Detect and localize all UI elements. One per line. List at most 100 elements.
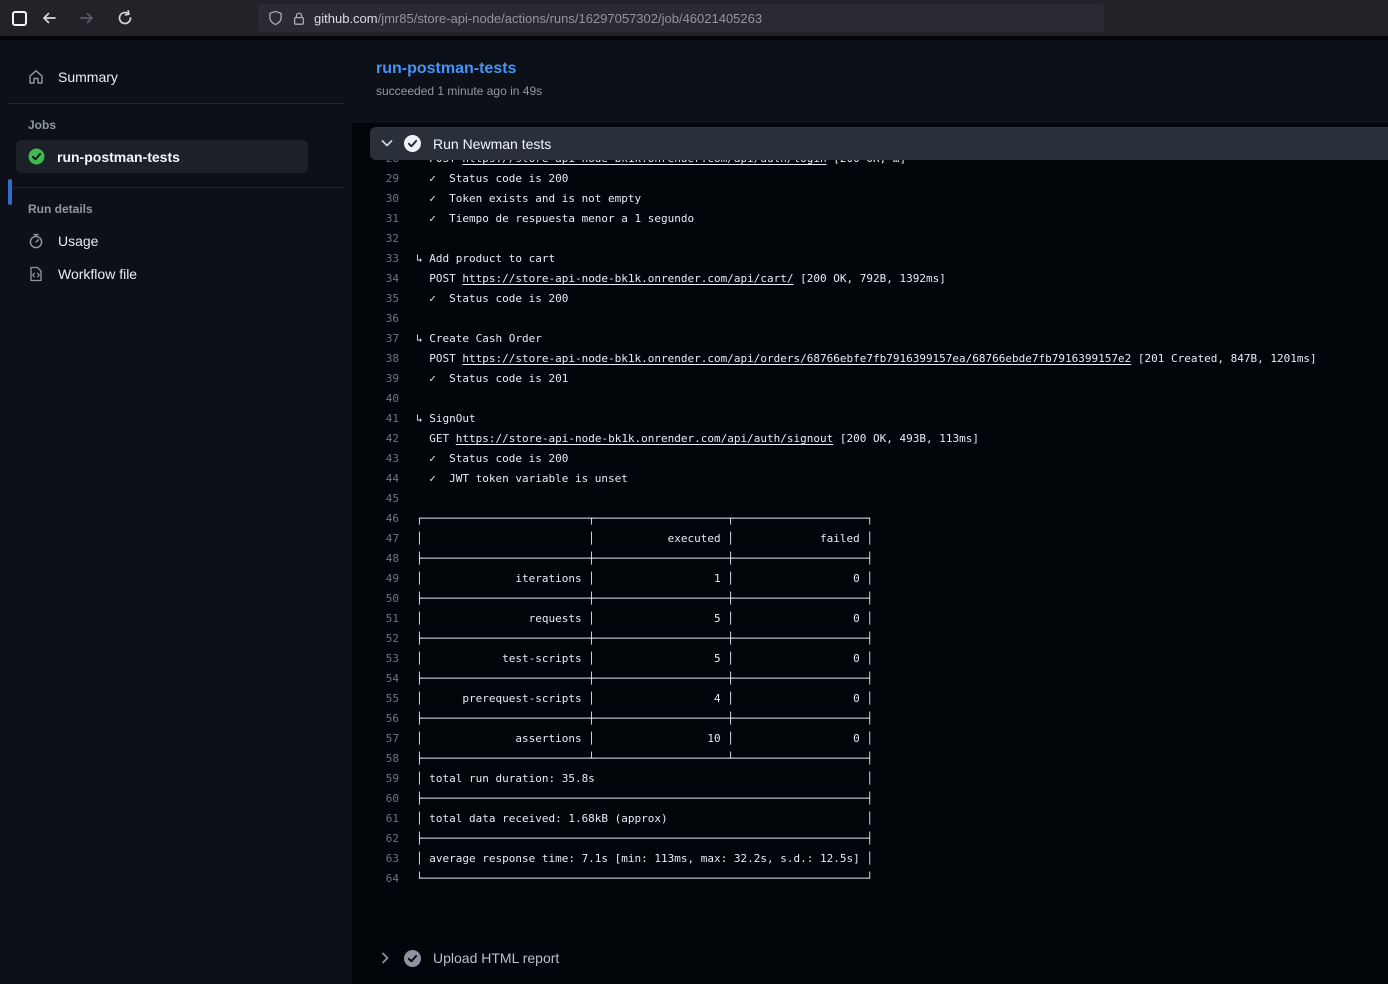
- log-line-text: [416, 389, 1388, 409]
- log-line-number[interactable]: 54: [352, 669, 399, 689]
- log-line-number[interactable]: 52: [352, 629, 399, 649]
- log-line: 44 ✓ JWT token variable is unset: [352, 469, 1388, 489]
- log-line-text: GET https://store-api-node-bk1k.onrender…: [416, 429, 1388, 449]
- log-line: 56├─────────────────────────┼───────────…: [352, 709, 1388, 729]
- log-lines-container: 28 POST https://store-api-node-bk1k.onre…: [352, 160, 1388, 889]
- log-line-number[interactable]: 34: [352, 269, 399, 289]
- sidebar-item-label: Usage: [58, 233, 98, 249]
- stopwatch-icon: [28, 233, 44, 249]
- log-link[interactable]: https://store-api-node-bk1k.onrender.com…: [462, 160, 826, 165]
- log-line-text: ✓ JWT token variable is unset: [416, 469, 1388, 489]
- log-line-number[interactable]: 64: [352, 869, 399, 889]
- log-line-number[interactable]: 56: [352, 709, 399, 729]
- step-title: Run Newman tests: [433, 136, 551, 152]
- step-title: Upload HTML report: [433, 950, 559, 966]
- step-header-upload-html-report[interactable]: Upload HTML report: [370, 938, 1388, 978]
- log-line-number[interactable]: 60: [352, 789, 399, 809]
- sidebar-item-job-run-postman-tests[interactable]: run-postman-tests: [16, 140, 308, 173]
- log-line-number[interactable]: 30: [352, 189, 399, 209]
- main-content: run-postman-tests succeeded 1 minute ago…: [352, 40, 1388, 984]
- log-line: 60├─────────────────────────────────────…: [352, 789, 1388, 809]
- tab-icon[interactable]: [12, 11, 27, 26]
- log-line-number[interactable]: 57: [352, 729, 399, 749]
- log-line-number[interactable]: 35: [352, 289, 399, 309]
- file-code-icon: [28, 266, 44, 282]
- step-header-run-newman-tests[interactable]: Run Newman tests: [370, 127, 1388, 160]
- clipped-log-line: 28 POST https://store-api-node-bk1k.onre…: [352, 160, 1388, 169]
- forward-button[interactable]: [71, 4, 103, 32]
- log-line-number[interactable]: 44: [352, 469, 399, 489]
- log-line-number[interactable]: 62: [352, 829, 399, 849]
- log-line-number[interactable]: 38: [352, 349, 399, 369]
- log-line-number[interactable]: 31: [352, 209, 399, 229]
- log-link[interactable]: https://store-api-node-bk1k.onrender.com…: [462, 272, 793, 285]
- log-line: 49 │ iterations │ 1 │ 0 │: [352, 569, 1388, 589]
- address-bar[interactable]: github.com/jmr85/store-api-node/actions/…: [258, 4, 1104, 32]
- log-line-text: │ │ executed │ failed │: [416, 529, 1388, 549]
- log-line-text: ↳ Create Cash Order: [416, 329, 1388, 349]
- log-line-number[interactable]: 42: [352, 429, 399, 449]
- log-line-text: ├─────────────────────────┼─────────────…: [416, 549, 1388, 569]
- log-line-number[interactable]: 59: [352, 769, 399, 789]
- log-line-text: │ test-scripts │ 5 │ 0 │: [416, 649, 1388, 669]
- success-check-icon: [28, 148, 45, 165]
- reload-button[interactable]: [109, 4, 141, 32]
- log-line-text: │ requests │ 5 │ 0 │: [416, 609, 1388, 629]
- log-line-text: │ total data received: 1.68kB (approx) │: [416, 809, 1388, 829]
- log-line-number[interactable]: 29: [352, 169, 399, 189]
- log-line-number[interactable]: 58: [352, 749, 399, 769]
- log-link[interactable]: https://store-api-node-bk1k.onrender.com…: [462, 352, 1131, 365]
- log-line-text: │ iterations │ 1 │ 0 │: [416, 569, 1388, 589]
- log-line-text: POST https://store-api-node-bk1k.onrende…: [416, 269, 1388, 289]
- log-line-number[interactable]: 53: [352, 649, 399, 669]
- back-button[interactable]: [33, 4, 65, 32]
- log-line-text: ┌─────────────────────────┬─────────────…: [416, 509, 1388, 529]
- log-line-number[interactable]: 55: [352, 689, 399, 709]
- log-line-number[interactable]: 47: [352, 529, 399, 549]
- log-line-number[interactable]: 32: [352, 229, 399, 249]
- log-line-text: ├───────────────────────────────────────…: [416, 829, 1388, 849]
- log-line-number[interactable]: 50: [352, 589, 399, 609]
- chevron-right-icon: [370, 952, 400, 964]
- log-line: 42 GET https://store-api-node-bk1k.onren…: [352, 429, 1388, 449]
- log-line-number[interactable]: 40: [352, 389, 399, 409]
- log-line-number[interactable]: 63: [352, 849, 399, 869]
- chevron-down-icon: [370, 139, 404, 148]
- log-line-number[interactable]: 49: [352, 569, 399, 589]
- log-line-number[interactable]: 39: [352, 369, 399, 389]
- run-details-section-label: Run details: [28, 202, 336, 216]
- log-line-number[interactable]: 33: [352, 249, 399, 269]
- log-line: 51 │ requests │ 5 │ 0 │: [352, 609, 1388, 629]
- page-title[interactable]: run-postman-tests: [376, 60, 516, 78]
- log-line: 55│ prerequest-scripts │ 4 │ 0 │: [352, 689, 1388, 709]
- log-viewer: Run Newman tests 28 POST https://store-a…: [352, 123, 1388, 984]
- selected-job-accent: [8, 179, 12, 205]
- log-line: 62 ├─────────────────────────────────────…: [352, 829, 1388, 849]
- log-line-text: [416, 489, 1388, 509]
- log-line-number[interactable]: 41: [352, 409, 399, 429]
- sidebar-item-summary[interactable]: Summary: [16, 60, 336, 93]
- log-line-text: ├─────────────────────────┼─────────────…: [416, 589, 1388, 609]
- step-header-post-setup-nodejs[interactable]: Post Setup Node.js: [370, 978, 1388, 984]
- log-line-number[interactable]: 43: [352, 449, 399, 469]
- log-line: 38 POST https://store-api-node-bk1k.onre…: [352, 349, 1388, 369]
- log-line: 32: [352, 229, 1388, 249]
- log-link[interactable]: https://store-api-node-bk1k.onrender.com…: [456, 432, 834, 445]
- log-line-number[interactable]: 46: [352, 509, 399, 529]
- step-success-icon: [404, 135, 421, 152]
- log-line-number[interactable]: 37: [352, 329, 399, 349]
- log-line: 64└─────────────────────────────────────…: [352, 869, 1388, 889]
- log-line-number[interactable]: 61: [352, 809, 399, 829]
- log-line: 47 │ │ executed │ failed │: [352, 529, 1388, 549]
- log-line-number[interactable]: 48: [352, 549, 399, 569]
- log-line-number[interactable]: 45: [352, 489, 399, 509]
- log-line-text: ✓ Token exists and is not empty: [416, 189, 1388, 209]
- log-line: 36: [352, 309, 1388, 329]
- log-line: 50 ├─────────────────────────┼───────────…: [352, 589, 1388, 609]
- sidebar-item-workflow-file[interactable]: Workflow file: [16, 257, 336, 290]
- log-line-number[interactable]: 28: [352, 160, 399, 169]
- log-line-number[interactable]: 51: [352, 609, 399, 629]
- log-line-number[interactable]: 36: [352, 309, 399, 329]
- sidebar-item-usage[interactable]: Usage: [16, 224, 336, 257]
- sidebar-divider: [8, 187, 344, 188]
